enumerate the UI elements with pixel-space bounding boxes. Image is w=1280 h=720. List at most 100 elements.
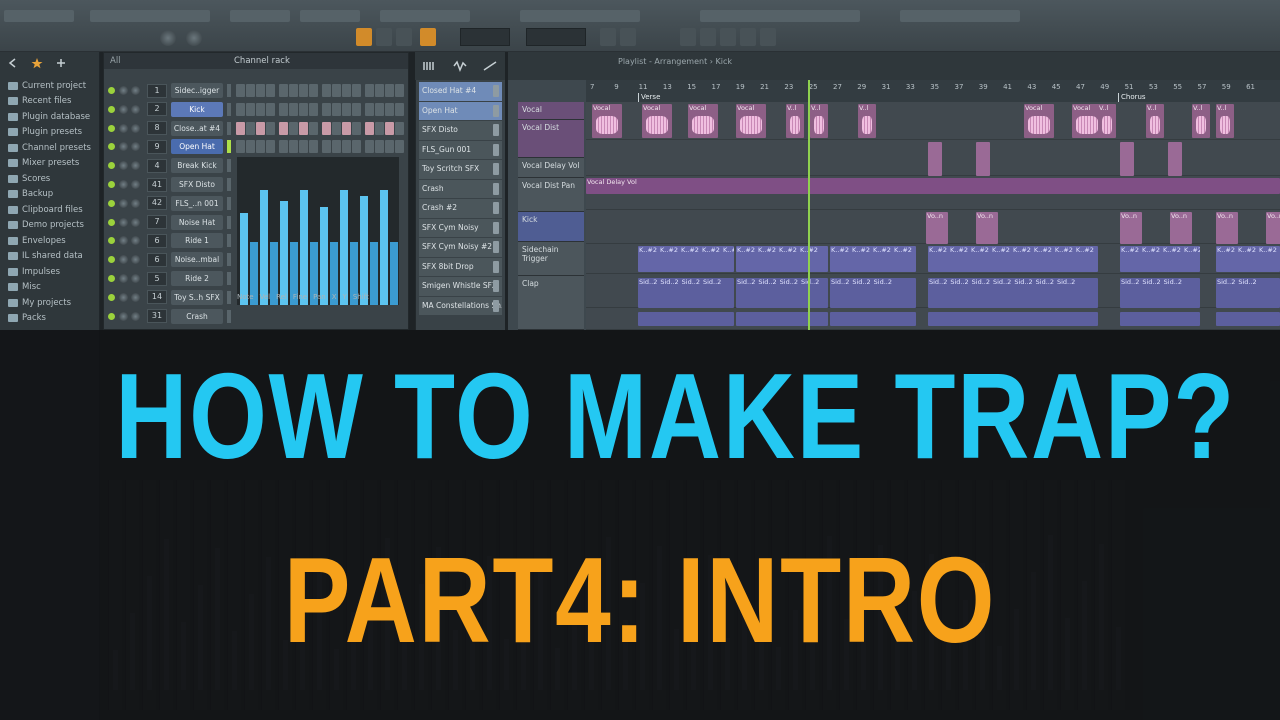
clip-menu-icon[interactable] bbox=[493, 221, 499, 234]
step-button[interactable] bbox=[342, 84, 351, 97]
channel-rack-titlebar[interactable]: All Channel rack bbox=[104, 53, 408, 69]
pattern-clip[interactable] bbox=[1168, 142, 1182, 176]
channel-name-button[interactable]: FLS_..n 001 bbox=[171, 195, 223, 211]
volume-knob[interactable] bbox=[131, 236, 140, 246]
pattern-clip[interactable] bbox=[830, 312, 916, 326]
mute-led[interactable] bbox=[108, 124, 115, 132]
pattern-clip[interactable]: K..#2K..#2K..#2K..#2 bbox=[1120, 246, 1200, 272]
browser-item[interactable]: Impulses bbox=[0, 264, 99, 280]
view-channel-rack-button[interactable] bbox=[720, 28, 736, 46]
step-button[interactable] bbox=[375, 121, 384, 135]
browser-item[interactable]: Channel presets bbox=[0, 140, 99, 156]
browser-item[interactable]: Current project bbox=[0, 78, 99, 94]
step-button[interactable] bbox=[289, 84, 298, 97]
channel-row[interactable]: 8 Close..at #4 bbox=[108, 119, 231, 138]
pattern-clip[interactable]: V..l bbox=[1146, 104, 1164, 138]
clip-menu-icon[interactable] bbox=[493, 299, 499, 312]
pattern-clip[interactable]: V..l bbox=[810, 104, 828, 138]
channel-row[interactable]: 9 Open Hat bbox=[108, 137, 231, 156]
step-button[interactable] bbox=[375, 102, 384, 116]
channel-select-indicator[interactable] bbox=[227, 159, 231, 173]
clip-menu-icon[interactable] bbox=[493, 241, 499, 253]
step-button[interactable] bbox=[352, 84, 361, 97]
channel-row[interactable]: 6 Ride 1 bbox=[108, 231, 231, 250]
velocity-bar[interactable] bbox=[320, 207, 328, 305]
pattern-clip[interactable]: Vo..n bbox=[1216, 212, 1238, 244]
step-button[interactable] bbox=[266, 121, 275, 135]
picker-clip[interactable]: Smigen Whistle SFX bbox=[419, 277, 502, 296]
channel-name-button[interactable]: SFX Disto bbox=[171, 177, 223, 192]
song-mode-button[interactable] bbox=[376, 28, 392, 46]
picker-clip[interactable]: Toy Scritch SFX bbox=[419, 160, 502, 179]
graph-editor-tab[interactable]: Pan bbox=[313, 293, 326, 301]
picker-clip[interactable]: Crash bbox=[419, 179, 502, 198]
volume-knob[interactable] bbox=[131, 142, 140, 152]
pan-knob[interactable] bbox=[119, 274, 128, 283]
pan-knob[interactable] bbox=[119, 255, 128, 265]
step-button[interactable] bbox=[395, 102, 404, 116]
view-pianoroll-button[interactable] bbox=[700, 28, 716, 46]
playhead[interactable] bbox=[808, 80, 810, 330]
channel-select-indicator[interactable] bbox=[227, 215, 231, 229]
mute-led[interactable] bbox=[108, 275, 115, 282]
picker-clip[interactable]: Closed Hat #4 bbox=[419, 82, 502, 101]
velocity-bar[interactable] bbox=[340, 190, 348, 305]
automation-icon[interactable] bbox=[483, 60, 497, 72]
step-button[interactable] bbox=[322, 121, 331, 135]
step-button[interactable] bbox=[332, 140, 341, 154]
step-button[interactable] bbox=[256, 140, 265, 154]
step-button[interactable] bbox=[246, 84, 255, 97]
step-button[interactable] bbox=[395, 121, 404, 135]
menu-bar[interactable] bbox=[4, 10, 74, 22]
volume-knob[interactable] bbox=[131, 274, 140, 283]
mute-led[interactable] bbox=[108, 218, 115, 226]
pattern-clip[interactable] bbox=[928, 142, 942, 176]
tempo-display[interactable] bbox=[380, 10, 470, 22]
step-button[interactable] bbox=[309, 102, 318, 116]
pattern-clip[interactable]: Vo..n bbox=[976, 212, 998, 244]
mixer-track-number[interactable]: 9 bbox=[147, 139, 167, 154]
time-marker[interactable]: Chorus bbox=[1118, 93, 1146, 102]
graph-editor-tab[interactable]: X bbox=[332, 293, 337, 301]
mute-led[interactable] bbox=[108, 312, 115, 320]
mute-led[interactable] bbox=[108, 199, 115, 207]
step-button[interactable] bbox=[332, 121, 341, 135]
mute-led[interactable] bbox=[108, 293, 115, 301]
browser-item[interactable]: Misc bbox=[0, 280, 99, 296]
pattern-clip[interactable]: V..l bbox=[786, 104, 804, 138]
step-button[interactable] bbox=[299, 84, 308, 97]
mute-led[interactable] bbox=[108, 237, 115, 245]
browser-item[interactable]: Mixer presets bbox=[0, 156, 99, 172]
volume-knob[interactable] bbox=[131, 292, 140, 302]
mixer-track-number[interactable]: 8 bbox=[147, 121, 167, 136]
time-marker[interactable]: Verse bbox=[638, 93, 660, 102]
pan-knob[interactable] bbox=[119, 292, 128, 302]
pan-knob[interactable] bbox=[119, 180, 128, 189]
channel-row[interactable]: 42 FLS_..n 001 bbox=[108, 194, 231, 213]
step-button[interactable] bbox=[279, 84, 288, 97]
browser-item[interactable]: Demo projects bbox=[0, 218, 99, 234]
pattern-clip[interactable] bbox=[1120, 312, 1200, 326]
channel-row[interactable]: 6 Noise..mbal bbox=[108, 250, 231, 269]
channel-name-button[interactable]: Open Hat bbox=[171, 139, 223, 155]
tool-button[interactable] bbox=[620, 28, 636, 46]
pattern-clip[interactable]: Vo..n bbox=[1266, 212, 1280, 244]
pattern-clip[interactable]: Sid..2 Sid..2 bbox=[1216, 278, 1280, 308]
star-icon[interactable] bbox=[30, 56, 44, 70]
browser-item[interactable]: Backup bbox=[0, 187, 99, 203]
step-button[interactable] bbox=[236, 140, 245, 154]
channel-select-indicator[interactable] bbox=[227, 253, 231, 267]
pattern-clip[interactable] bbox=[1216, 312, 1280, 326]
volume-knob[interactable] bbox=[131, 255, 140, 265]
pattern-clip[interactable]: K..#2K..#2K..#2K..#2 bbox=[830, 246, 916, 272]
mute-led[interactable] bbox=[108, 256, 115, 264]
pattern-clip[interactable]: Vo..n bbox=[926, 212, 948, 244]
pattern-clip[interactable]: V..l bbox=[858, 104, 876, 138]
browser-item[interactable]: Packs bbox=[0, 311, 99, 327]
pan-knob[interactable] bbox=[119, 311, 128, 321]
step-button[interactable] bbox=[236, 121, 245, 135]
volume-knob[interactable] bbox=[131, 311, 140, 321]
channel-name-button[interactable]: Ride 1 bbox=[171, 233, 223, 249]
mixer-track-number[interactable]: 14 bbox=[147, 290, 167, 305]
mute-led[interactable] bbox=[108, 181, 115, 188]
